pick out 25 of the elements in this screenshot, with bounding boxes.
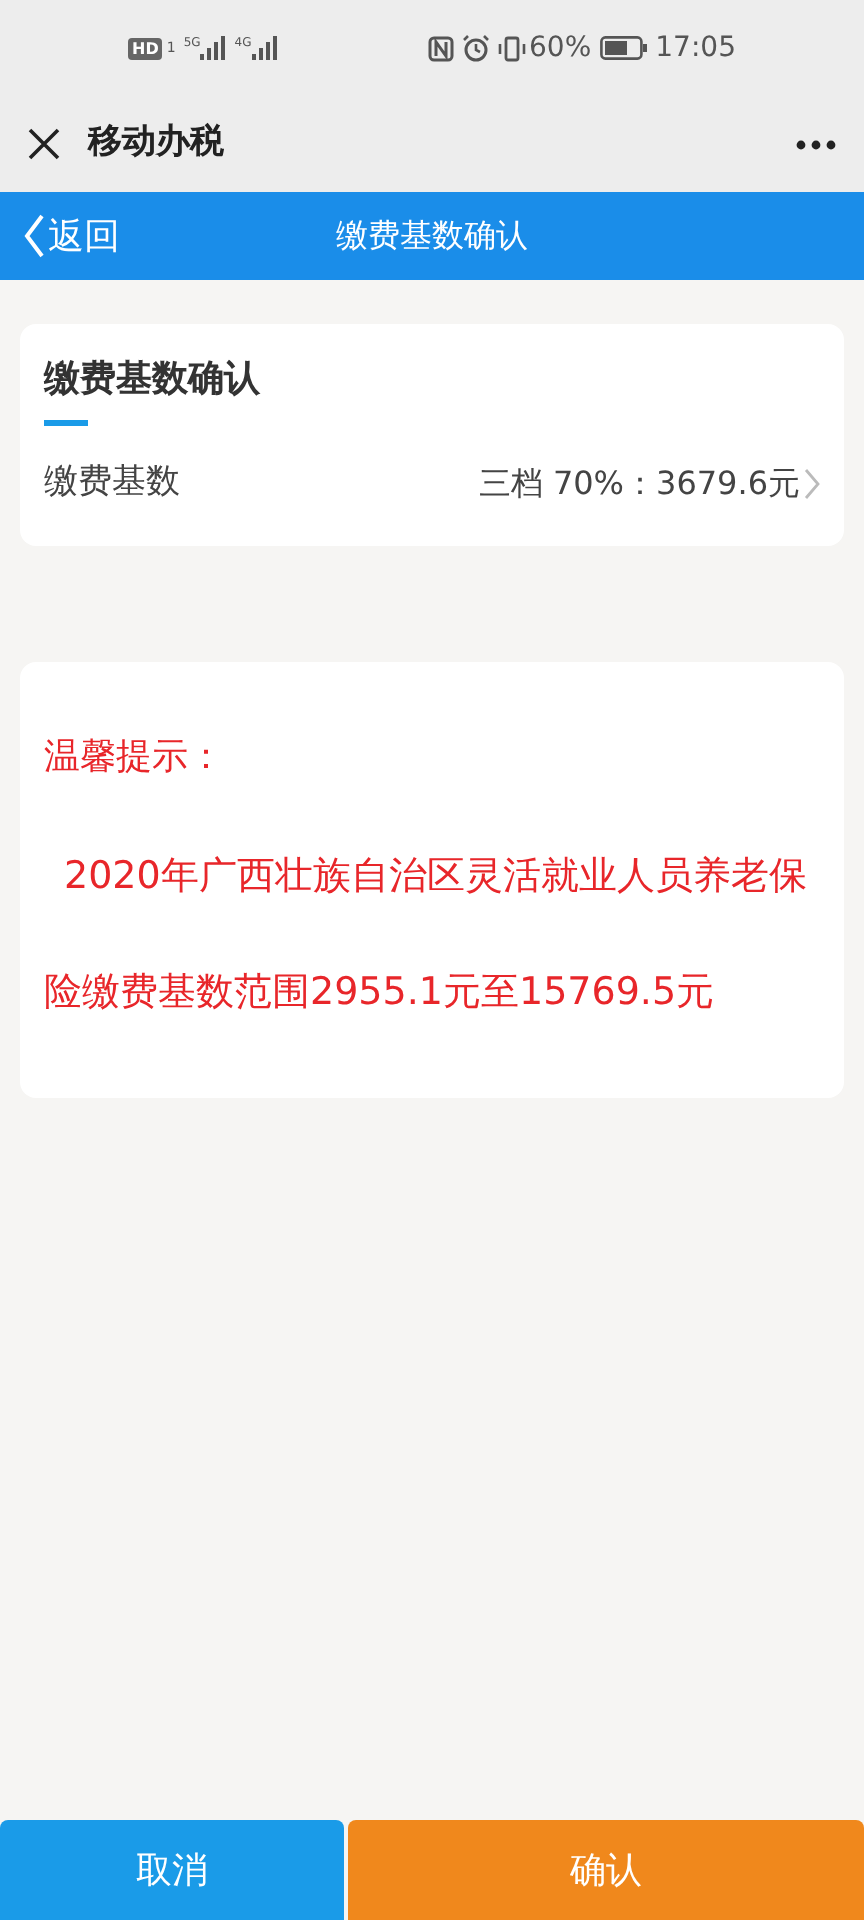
battery-percent: 60% <box>529 29 592 67</box>
title-underline <box>44 420 88 426</box>
close-icon[interactable] <box>28 128 60 160</box>
page-title: 缴费基数确认 <box>336 214 528 258</box>
notice-text: 2020年广西壮族自治区灵活就业人员养老保险缴费基数范围2955.1元至15769.5元 <box>44 851 809 1017</box>
row-value: 三档 70%：3679.6元 <box>478 461 800 506</box>
alarm-icon <box>461 34 490 62</box>
hd-badge: HD <box>128 37 163 59</box>
confirm-button[interactable]: 确认 <box>348 1820 864 1920</box>
more-icon[interactable] <box>796 139 836 149</box>
nfc-icon <box>427 35 454 61</box>
card-title: 缴费基数确认 <box>44 356 262 404</box>
cancel-button[interactable]: 取消 <box>0 1820 344 1920</box>
vibrate-icon <box>497 35 526 61</box>
signal-icon <box>200 36 227 60</box>
clock-time: 17:05 <box>655 29 736 67</box>
row-label: 缴费基数 <box>44 460 180 506</box>
battery-icon <box>599 36 648 60</box>
chevron-right-icon <box>804 467 820 500</box>
app-title: 移动办税 <box>88 120 224 167</box>
back-button[interactable]: 返回 <box>0 209 120 263</box>
notice-title: 温馨提示： <box>44 733 226 781</box>
base-row[interactable]: 缴费基数 三档 70%：3679.6元 <box>44 458 820 509</box>
signal-icon <box>251 36 278 60</box>
chevron-left-icon <box>24 214 44 258</box>
